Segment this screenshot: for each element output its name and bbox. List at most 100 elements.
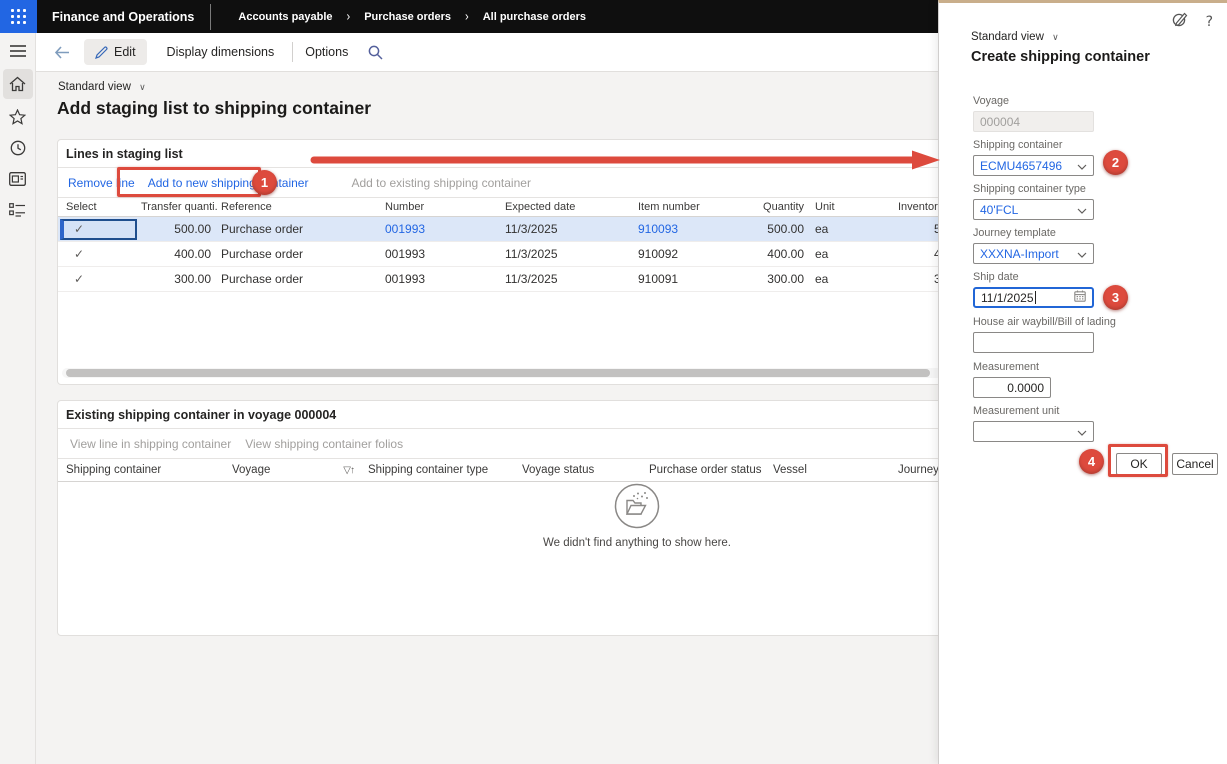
panel-view-selector[interactable]: Standard view ∨ <box>971 31 1059 43</box>
cancel-button[interactable]: Cancel <box>1172 453 1218 475</box>
cell-expected-date: 11/3/2025 <box>505 247 558 261</box>
column-header-expected-date[interactable]: Expected date <box>503 201 636 213</box>
column-header-journey-template[interactable]: Journey template <box>890 464 938 476</box>
column-header-unit[interactable]: Unit <box>812 201 874 213</box>
column-header-shipping-container-type[interactable]: Shipping container type <box>360 464 514 476</box>
cell-quantity: 400.00 <box>767 247 804 261</box>
cell-reference: Purchase order <box>221 222 304 236</box>
annotation-step-4: 4 <box>1079 449 1104 474</box>
breadcrumb-chevron-icon: › <box>346 9 351 24</box>
feedback-icon[interactable] <box>1172 11 1188 32</box>
breadcrumb: Accounts payable › Purchase orders › All… <box>238 9 586 24</box>
cell-quantity: 500.00 <box>767 222 804 236</box>
breadcrumb-item-module[interactable]: Accounts payable <box>238 11 332 23</box>
left-navigation-rail <box>0 33 36 764</box>
edit-button[interactable]: Edit <box>84 39 147 65</box>
column-header-transfer-quantity[interactable]: Transfer quanti... <box>141 201 217 213</box>
row-checkbox-selected[interactable]: ✓ <box>60 218 137 240</box>
cell-number[interactable]: 001993 <box>383 272 503 286</box>
annotation-box-step4 <box>1108 444 1168 477</box>
view-selector[interactable]: Standard view ∨ <box>58 81 146 93</box>
panel-header-icons: ? <box>1172 11 1213 32</box>
voyage-input: 000004 <box>973 111 1094 132</box>
waffle-icon <box>11 9 26 24</box>
modules-list-icon <box>9 203 25 217</box>
voyage-label: Voyage <box>973 95 1010 107</box>
cell-inventory: 300.00 <box>874 272 938 286</box>
column-header-voyage[interactable]: Voyage ▽↑ <box>224 464 360 476</box>
existing-grid-header: Shipping container Voyage ▽↑ Shipping co… <box>58 459 938 482</box>
column-header-quantity[interactable]: Quantity <box>716 201 812 213</box>
add-to-existing-shipping-container-button[interactable]: Add to existing shipping container <box>351 176 530 190</box>
breadcrumb-item-page[interactable]: All purchase orders <box>483 11 586 23</box>
sidebar-item-home[interactable] <box>2 69 33 99</box>
search-button[interactable] <box>368 45 383 60</box>
workspace-icon <box>9 172 26 186</box>
checkmark-icon[interactable]: ✓ <box>74 247 84 261</box>
breadcrumb-item-section[interactable]: Purchase orders <box>364 11 451 23</box>
text-cursor <box>1034 291 1036 304</box>
cell-item-number[interactable]: 910092 <box>636 247 716 261</box>
table-row[interactable]: ✓ 300.00 Purchase order 001993 11/3/2025… <box>58 267 938 292</box>
app-title[interactable]: Finance and Operations <box>52 10 194 24</box>
view-line-in-shipping-container-button[interactable]: View line in shipping container <box>70 437 231 451</box>
options-button[interactable]: Options <box>301 45 352 59</box>
column-header-select[interactable]: Select <box>58 201 141 213</box>
sidebar-item-workspaces[interactable] <box>3 166 33 192</box>
annotation-step-2: 2 <box>1103 150 1128 175</box>
house-awb-input[interactable] <box>973 332 1094 353</box>
cell-number[interactable]: 001993 <box>383 247 503 261</box>
cell-unit: ea <box>815 222 829 236</box>
scrollbar-thumb[interactable] <box>66 369 930 377</box>
existing-containers-section: Existing shipping container in voyage 00… <box>57 400 938 636</box>
shipping-container-dropdown[interactable]: ECMU4657496 <box>973 155 1094 176</box>
journey-template-dropdown[interactable]: XXXNA-Import <box>973 243 1094 264</box>
cell-item-number[interactable]: 910091 <box>636 272 716 286</box>
measurement-unit-dropdown[interactable] <box>973 421 1094 442</box>
sidebar-item-modules[interactable] <box>3 197 33 223</box>
page-title: Add staging list to shipping container <box>57 98 372 118</box>
back-arrow-icon <box>54 45 69 59</box>
column-header-purchase-order-status[interactable]: Purchase order status <box>641 464 765 476</box>
column-header-vessel[interactable]: Vessel <box>765 464 890 476</box>
column-header-shipping-container[interactable]: Shipping container <box>58 464 224 476</box>
view-shipping-container-folios-button[interactable]: View shipping container folios <box>245 437 403 451</box>
sidebar-item-favorites[interactable] <box>3 104 33 130</box>
chevron-down-icon <box>1077 159 1087 173</box>
empty-state: We didn't find anything to show here. <box>543 483 731 549</box>
table-row[interactable]: ✓ 500.00 Purchase order 001993 11/3/2025… <box>58 217 938 242</box>
app-launcher-button[interactable] <box>0 0 37 33</box>
measurement-input[interactable] <box>973 377 1051 398</box>
cell-quantity: 300.00 <box>767 272 804 286</box>
voyage-header-label: Voyage <box>232 464 271 476</box>
column-header-voyage-status[interactable]: Voyage status <box>514 464 641 476</box>
chevron-down-icon <box>1077 247 1087 261</box>
existing-toolbar: View line in shipping container View shi… <box>58 429 938 459</box>
back-button[interactable] <box>54 45 70 59</box>
existing-section-header: Existing shipping container in voyage 00… <box>58 401 938 429</box>
checkmark-icon[interactable]: ✓ <box>74 272 84 286</box>
clock-icon <box>10 140 25 156</box>
empty-folder-icon <box>614 483 660 529</box>
ship-date-input[interactable]: 11/1/2025 <box>973 287 1094 308</box>
cell-number-link[interactable]: 001993 <box>383 222 503 236</box>
edit-button-label: Edit <box>114 45 136 59</box>
column-header-inventory[interactable]: Inventory <box>874 201 938 213</box>
cell-item-number-link[interactable]: 910093 <box>636 222 716 236</box>
column-header-number[interactable]: Number <box>383 201 503 213</box>
calendar-icon[interactable] <box>1074 290 1086 305</box>
action-pane: Edit Display dimensions Options <box>36 33 938 72</box>
annotation-step-1: 1 <box>252 170 277 195</box>
panel-view-selector-label: Standard view <box>971 31 1044 43</box>
column-header-reference[interactable]: Reference <box>217 201 383 213</box>
measurement-field: Measurement <box>973 361 1051 398</box>
filter-sort-icon[interactable]: ▽↑ <box>343 465 355 476</box>
display-dimensions-button[interactable]: Display dimensions <box>163 45 279 59</box>
column-header-item-number[interactable]: Item number <box>636 201 716 213</box>
hamburger-menu-button[interactable] <box>3 38 33 64</box>
shipping-container-type-dropdown[interactable]: 40'FCL <box>973 199 1094 220</box>
journey-template-field: Journey template XXXNA-Import <box>973 227 1094 264</box>
help-icon[interactable]: ? <box>1206 14 1213 30</box>
table-row[interactable]: ✓ 400.00 Purchase order 001993 11/3/2025… <box>58 242 938 267</box>
sidebar-item-recent[interactable] <box>3 135 33 161</box>
